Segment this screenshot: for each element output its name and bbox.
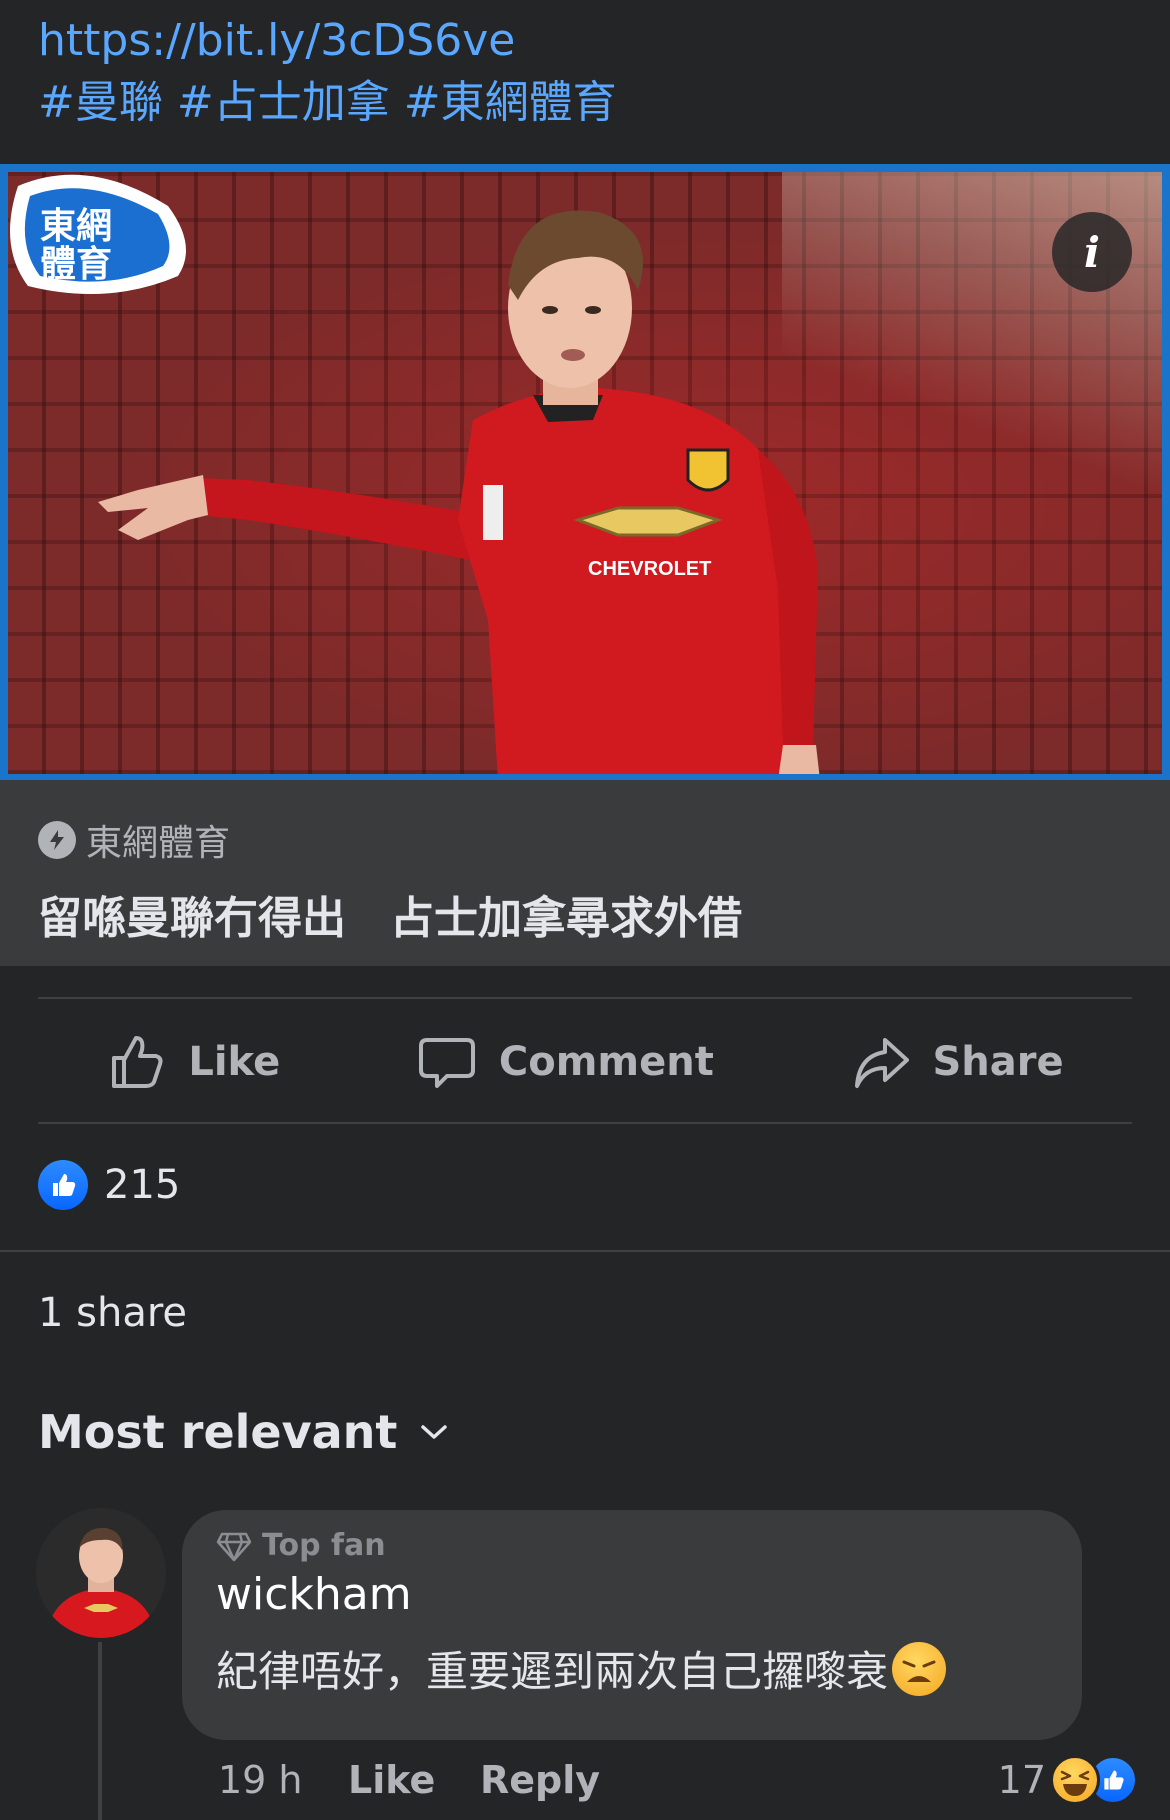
source-logo: 東網 體育: [10, 174, 186, 294]
divider: [0, 1250, 1170, 1252]
svg-text:東網: 東網: [40, 206, 112, 247]
divider: [38, 1122, 1132, 1124]
reaction-summary[interactable]: 215: [38, 1160, 180, 1210]
diamond-icon: [216, 1532, 252, 1561]
post-hashtags[interactable]: #曼聯 #占士加拿 #東網體育: [38, 72, 1138, 134]
share-arrow-icon: [854, 1038, 909, 1088]
like-reaction-icon: [38, 1160, 88, 1210]
avatar[interactable]: [36, 1508, 166, 1638]
tired-face-emoji-icon: [892, 1641, 947, 1696]
comment-time: 19 h: [218, 1758, 303, 1802]
comment-reply-button[interactable]: Reply: [480, 1758, 600, 1802]
comment-reaction-count: 17: [997, 1758, 1046, 1802]
badge-label: Top fan: [262, 1528, 386, 1563]
post-text: https://bit.ly/3cDS6ve #曼聯 #占士加拿 #東網體育: [38, 10, 1138, 134]
share-count[interactable]: 1 share: [38, 1290, 187, 1336]
player-photo: CHEVROLET: [98, 210, 820, 774]
comment-text: 紀律唔好，重要遲到兩次自己攞嚟衰: [216, 1647, 889, 1696]
avatar-image: [36, 1508, 166, 1638]
post-action-bar: Like Comment Share: [38, 1000, 1132, 1124]
link-source-name: 東網體育: [86, 823, 231, 864]
svg-text:體育: 體育: [40, 244, 112, 285]
comment-meta: 19 h Like Reply 17: [218, 1755, 1138, 1805]
comment-bubble[interactable]: Top fan wickham 紀律唔好，重要遲到兩次自己攞嚟衰: [182, 1510, 1082, 1740]
divider: [38, 997, 1132, 999]
comment-sort-dropdown[interactable]: Most relevant: [38, 1405, 449, 1459]
link-title[interactable]: 留喺曼聯冇得出 占士加拿尋求外借: [38, 882, 742, 946]
link-preview-card[interactable]: CHEVROLET 東網 體育 i 東網體育 留喺曼聯冇得出 占士加拿尋求外借: [0, 164, 1170, 966]
like-label: Like: [188, 1039, 281, 1085]
stadium-background: CHEVROLET 東網 體育 i: [8, 172, 1162, 774]
thread-line: [98, 1642, 102, 1820]
comment-like-button[interactable]: Like: [348, 1758, 480, 1802]
post-link[interactable]: https://bit.ly/3cDS6ve: [38, 10, 1138, 72]
comment-button[interactable]: Comment: [417, 1032, 714, 1092]
thumbs-up-icon: [112, 1036, 163, 1088]
like-count: 215: [104, 1162, 181, 1208]
comment-bubble-icon: [418, 1038, 475, 1088]
sort-label: Most relevant: [38, 1405, 398, 1459]
link-source: 東網體育: [38, 816, 742, 864]
comment-reactions[interactable]: [1050, 1755, 1138, 1805]
link-preview-image[interactable]: CHEVROLET 東網 體育 i: [0, 164, 1170, 780]
instant-article-bolt-icon: [38, 821, 76, 859]
top-fan-badge: Top fan: [216, 1528, 1048, 1563]
haha-reaction-icon: [1050, 1755, 1100, 1805]
share-button[interactable]: Share: [851, 1032, 1064, 1092]
comment-author[interactable]: wickham: [216, 1569, 1048, 1620]
info-icon[interactable]: i: [1052, 212, 1132, 292]
comment-text-row: 紀律唔好，重要遲到兩次自己攞嚟衰: [216, 1638, 1048, 1699]
svg-text:CHEVROLET: CHEVROLET: [588, 558, 711, 580]
like-button[interactable]: Like: [106, 1032, 280, 1092]
share-label: Share: [932, 1039, 1064, 1085]
chevron-down-icon: [421, 1425, 448, 1439]
comment-label: Comment: [498, 1039, 714, 1085]
link-card-meta: 東網體育 留喺曼聯冇得出 占士加拿尋求外借: [38, 816, 742, 946]
